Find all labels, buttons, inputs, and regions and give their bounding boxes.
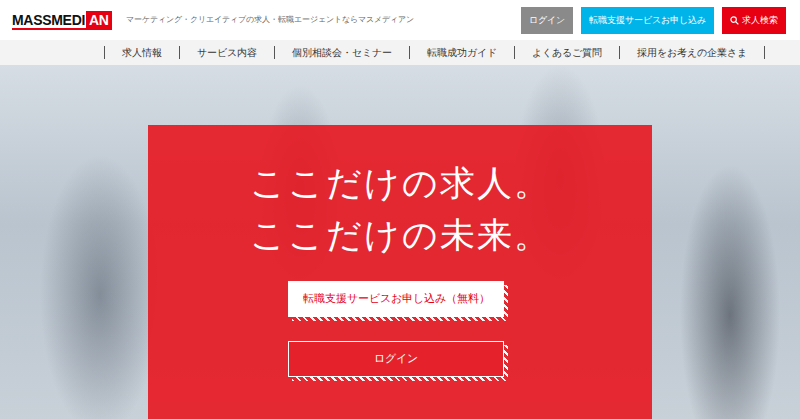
header-button-label: 求人検索 bbox=[742, 14, 778, 27]
logo-accent-text: AN bbox=[86, 11, 112, 28]
header-button-label: 転職支援サービスお申し込み bbox=[589, 14, 706, 27]
nav-item[interactable]: 転職成功ガイド bbox=[409, 46, 514, 59]
site-tagline: マーケティング・クリエイティブの求人・転職エージェントならマスメディアン bbox=[126, 14, 414, 25]
nav-item[interactable]: サービス内容 bbox=[179, 46, 274, 59]
headline-line: ここだけの求人。 bbox=[148, 157, 652, 209]
headline-line: ここだけの未来。 bbox=[148, 209, 652, 261]
header-button[interactable]: 転職支援サービスお申し込み bbox=[581, 7, 714, 34]
site-header: MASSMEDIAN マーケティング・クリエイティブの求人・転職エージェントならマ… bbox=[0, 0, 800, 40]
button-stripe-shadow: ログイン bbox=[292, 345, 508, 381]
logo-main-text: MASSMEDI bbox=[12, 11, 86, 28]
search-icon bbox=[730, 16, 739, 25]
nav-item[interactable]: 採用をお考えの企業さま bbox=[619, 46, 765, 59]
header-button-label: ログイン bbox=[529, 14, 565, 27]
nav-item[interactable]: よくあるご質問 bbox=[514, 46, 619, 59]
header-button[interactable]: ログイン bbox=[521, 7, 573, 34]
hero-button-label: 転職支援サービスお申し込み（無料） bbox=[303, 291, 490, 307]
button-stripe-shadow: 転職支援サービスお申し込み（無料） bbox=[292, 285, 508, 321]
hero-button[interactable]: ログイン bbox=[288, 341, 504, 377]
hero-button[interactable]: 転職支援サービスお申し込み（無料） bbox=[288, 281, 504, 317]
nav-item[interactable]: 個別相談会・セミナー bbox=[274, 46, 409, 59]
hero-section: ここだけの求人。ここだけの未来。転職支援サービスお申し込み（無料） ログイン bbox=[0, 65, 800, 419]
hero-panel: ここだけの求人。ここだけの未来。転職支援サービスお申し込み（無料） ログイン bbox=[148, 125, 652, 419]
nav-item[interactable]: 求人情報 bbox=[104, 46, 179, 59]
hero-buttons: 転職支援サービスお申し込み（無料） ログイン bbox=[148, 285, 652, 381]
header-button[interactable]: 求人検索 bbox=[722, 7, 786, 34]
main-nav: 求人情報サービス内容個別相談会・セミナー転職成功ガイドよくあるご質問採用をお考え… bbox=[0, 40, 800, 65]
site-logo[interactable]: MASSMEDIAN bbox=[12, 11, 112, 30]
header-buttons: ログイン 転職支援サービスお申し込み 求人検索 bbox=[521, 7, 786, 34]
hero-headline: ここだけの求人。ここだけの未来。 bbox=[148, 157, 652, 261]
hero-button-label: ログイン bbox=[374, 351, 418, 367]
